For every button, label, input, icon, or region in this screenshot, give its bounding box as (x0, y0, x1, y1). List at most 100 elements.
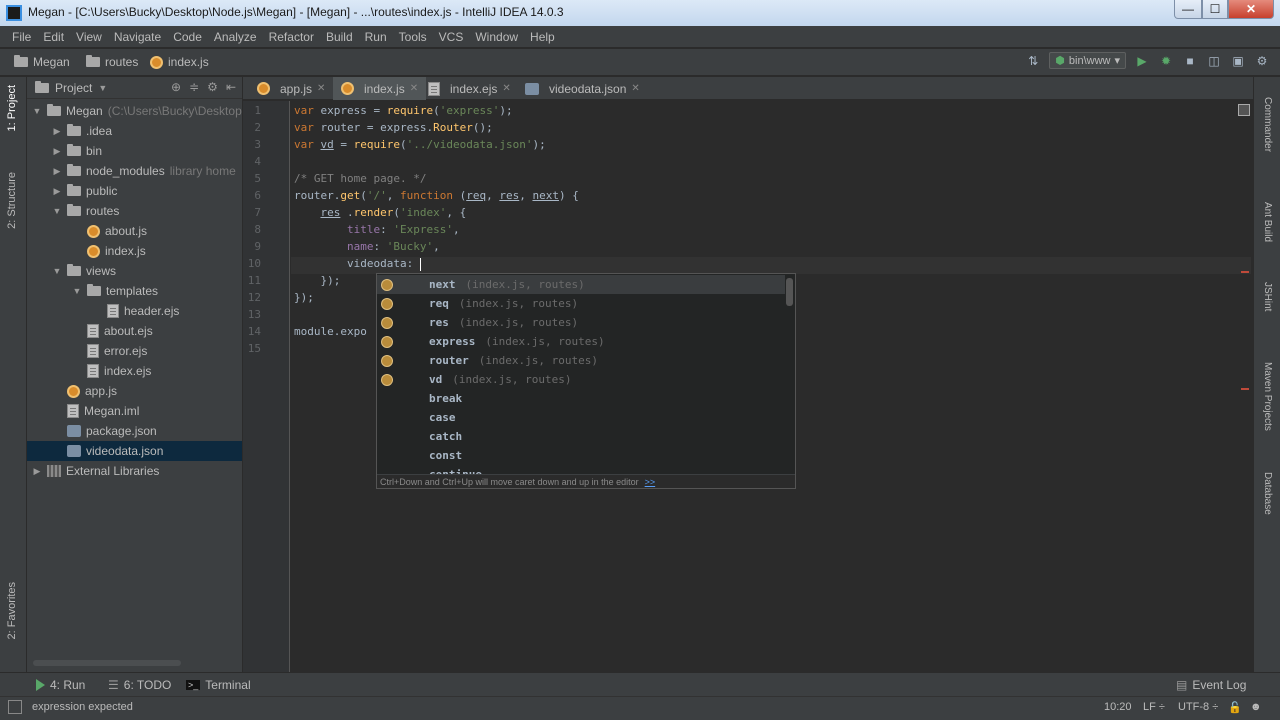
tree-item[interactable]: index.js (27, 241, 242, 261)
tree-item[interactable]: ▶ bin (27, 141, 242, 161)
chevron-down-icon[interactable]: ▼ (98, 83, 107, 93)
editor-tab[interactable]: index.ejs ✕ (420, 77, 519, 100)
completion-item[interactable]: vd (index.js, routes) (377, 370, 785, 389)
expanded-arrow-icon[interactable]: ▼ (51, 206, 63, 216)
todo-tool-button[interactable]: ☰ 6: TODO (108, 678, 171, 692)
scroll-from-source-icon[interactable]: ⊕ (171, 80, 181, 94)
file-encoding[interactable]: UTF-8 ÷ (1178, 701, 1218, 713)
tree-item[interactable]: ▶ External Libraries (27, 461, 242, 481)
completion-item[interactable]: router (index.js, routes) (377, 351, 785, 370)
tree-item[interactable]: error.ejs (27, 341, 242, 361)
tree-item[interactable]: index.ejs (27, 361, 242, 381)
completion-footer-link[interactable]: >> (645, 477, 656, 487)
collapsed-arrow-icon[interactable]: ▶ (51, 146, 63, 157)
run-icon[interactable]: ▶ (1134, 53, 1150, 69)
breadcrumb-folder[interactable]: routes (86, 55, 138, 69)
inspector-icon[interactable]: ☻ (1250, 701, 1262, 713)
sdk-icon[interactable]: ▣ (1230, 53, 1246, 69)
close-tab-icon[interactable]: ✕ (410, 83, 418, 94)
menu-run[interactable]: Run (359, 30, 393, 44)
collapsed-arrow-icon[interactable]: ▶ (51, 166, 63, 177)
maximize-button[interactable]: ☐ (1202, 0, 1228, 19)
completion-item[interactable]: case (377, 408, 785, 427)
stop-icon[interactable]: ■ (1182, 53, 1198, 69)
tool-windows-toggle-icon[interactable] (8, 700, 22, 714)
horizontal-scrollbar[interactable] (33, 660, 181, 666)
minimize-button[interactable]: — (1174, 0, 1202, 19)
menu-window[interactable]: Window (469, 30, 524, 44)
completion-item[interactable]: express (index.js, routes) (377, 332, 785, 351)
settings-icon[interactable]: ⚙ (1254, 53, 1270, 69)
run-config-select[interactable]: ⬢ bin\www ▾ (1049, 52, 1126, 69)
close-button[interactable]: ✕ (1228, 0, 1274, 19)
tool-tab-right[interactable]: Ant Build (1262, 202, 1273, 242)
completion-item[interactable]: break (377, 389, 785, 408)
tree-item[interactable]: ▼ views (27, 261, 242, 281)
expanded-arrow-icon[interactable]: ▼ (31, 106, 43, 116)
menu-build[interactable]: Build (320, 30, 359, 44)
caret-position[interactable]: 10:20 (1104, 701, 1132, 713)
collapsed-arrow-icon[interactable]: ▶ (51, 186, 63, 197)
event-log-button[interactable]: ▤ Event Log (1176, 678, 1246, 692)
tool-tab-structure[interactable]: 2: Structure (6, 172, 18, 229)
completion-item[interactable]: res (index.js, routes) (377, 313, 785, 332)
tree-item[interactable]: Megan.iml (27, 401, 242, 421)
tool-tab-favorites[interactable]: 2: Favorites (6, 582, 18, 639)
collapsed-arrow-icon[interactable]: ▶ (31, 466, 43, 477)
menu-tools[interactable]: Tools (393, 30, 433, 44)
breadcrumb-project[interactable]: Megan (14, 55, 70, 69)
menu-analyze[interactable]: Analyze (208, 30, 263, 44)
menu-help[interactable]: Help (524, 30, 561, 44)
gear-icon[interactable]: ⚙ (207, 80, 218, 94)
line-separator[interactable]: LF ÷ (1143, 701, 1165, 713)
tree-item[interactable]: about.js (27, 221, 242, 241)
completion-item[interactable]: catch (377, 427, 785, 446)
tree-item[interactable]: about.ejs (27, 321, 242, 341)
inspection-status-icon[interactable] (1238, 104, 1250, 116)
menu-refactor[interactable]: Refactor (263, 30, 320, 44)
close-tab-icon[interactable]: ✕ (631, 83, 639, 94)
menu-vcs[interactable]: VCS (433, 30, 470, 44)
tool-tab-right[interactable]: Maven Projects (1262, 362, 1273, 431)
collapse-all-icon[interactable]: ≑ (189, 80, 199, 94)
tool-tab-right[interactable]: JSHint (1262, 282, 1273, 311)
expanded-arrow-icon[interactable]: ▼ (71, 286, 83, 296)
menu-edit[interactable]: Edit (37, 30, 70, 44)
breadcrumb-file[interactable]: index.js (150, 55, 209, 69)
menu-navigate[interactable]: Navigate (108, 30, 167, 44)
completion-item[interactable]: next (index.js, routes) (377, 275, 785, 294)
tree-item[interactable]: videodata.json (27, 441, 242, 461)
warning-stripe-marker[interactable] (1241, 388, 1249, 390)
close-tab-icon[interactable]: ✕ (317, 83, 325, 94)
tree-item[interactable]: ▼ templates (27, 281, 242, 301)
tree-item[interactable]: ▼ routes (27, 201, 242, 221)
tree-item[interactable]: ▼ Megan (C:\Users\Bucky\Desktop (27, 101, 242, 121)
completion-item[interactable]: req (index.js, routes) (377, 294, 785, 313)
editor-tab[interactable]: index.js ✕ (333, 77, 427, 100)
menu-code[interactable]: Code (167, 30, 208, 44)
tree-item[interactable]: ▶ .idea (27, 121, 242, 141)
tool-tab-right[interactable]: Commander (1262, 97, 1273, 152)
project-panel-title[interactable]: Project (55, 81, 92, 95)
terminal-tool-button[interactable]: >_ Terminal (186, 678, 251, 692)
tool-tab-right[interactable]: Database (1262, 472, 1273, 515)
tree-item[interactable]: ▶ node_modules library home (27, 161, 242, 181)
run-tool-button[interactable]: 4: Run (36, 678, 85, 692)
error-stripe-marker[interactable] (1241, 271, 1249, 273)
completion-item[interactable]: const (377, 446, 785, 465)
debug-icon[interactable]: ✹ (1158, 53, 1174, 69)
close-tab-icon[interactable]: ✕ (502, 83, 510, 94)
menu-file[interactable]: File (6, 30, 37, 44)
tree-item[interactable]: header.ejs (27, 301, 242, 321)
expanded-arrow-icon[interactable]: ▼ (51, 266, 63, 276)
editor-tab[interactable]: app.js ✕ (249, 77, 333, 100)
popup-scrollbar[interactable] (786, 278, 793, 306)
lock-icon[interactable]: 🔓 (1228, 701, 1242, 714)
editor-tab[interactable]: videodata.json ✕ (517, 77, 648, 100)
sync-icon[interactable]: ⇅ (1025, 53, 1041, 69)
tree-item[interactable]: ▶ public (27, 181, 242, 201)
stop-icon[interactable]: ◫ (1206, 53, 1222, 69)
tree-item[interactable]: package.json (27, 421, 242, 441)
collapsed-arrow-icon[interactable]: ▶ (51, 126, 63, 137)
hide-icon[interactable]: ⇤ (226, 80, 236, 94)
